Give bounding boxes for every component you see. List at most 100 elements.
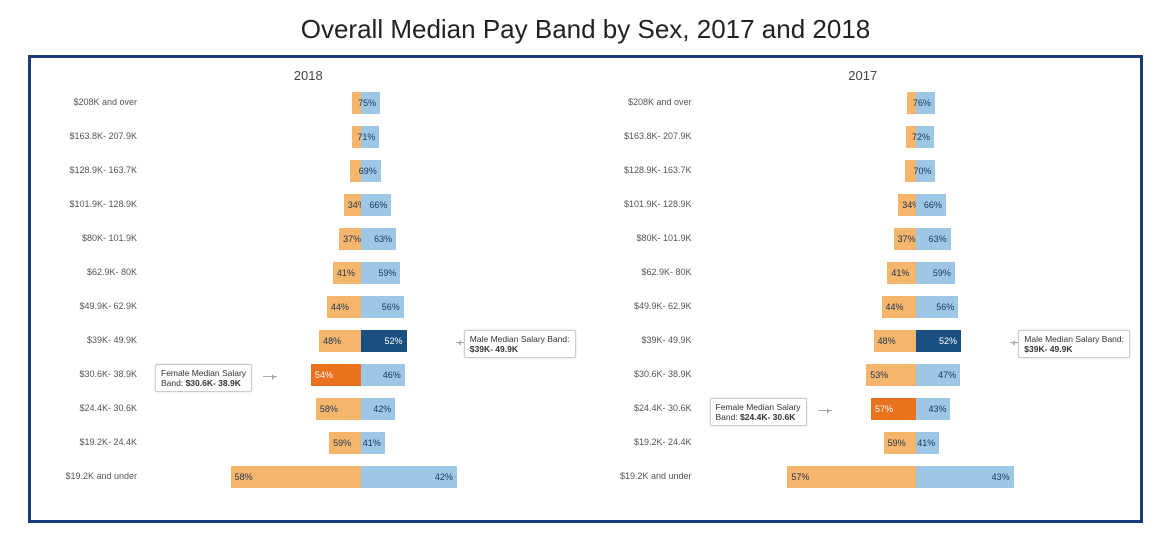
category-label: $62.9K- 80K — [37, 268, 143, 278]
panel-2018: 2018$208K and over75%$163.8K- 207.9K71%$… — [37, 66, 580, 516]
female-bar: 41% — [333, 262, 361, 284]
panel-2017: 2017$208K and over76%$163.8K- 207.9K72%$… — [592, 66, 1135, 516]
category-label: $24.4K- 30.6K — [37, 404, 143, 414]
female-bar: 57% — [787, 466, 915, 488]
bar-pair: 69% — [143, 160, 580, 182]
chart-frame: 2018$208K and over75%$163.8K- 207.9K71%$… — [28, 55, 1143, 523]
male-bar: 63% — [916, 228, 951, 250]
table-row: $19.2K- 24.4K59%41% — [37, 429, 580, 457]
bar-pair: 34%66% — [143, 194, 580, 216]
male-bar: 46% — [361, 364, 405, 386]
table-row: $208K and over 75% — [37, 89, 580, 117]
male-bar: 56% — [916, 296, 959, 318]
category-label: $163.8K- 207.9K — [37, 132, 143, 142]
male-median-callout: Male Median Salary Band:$39K- 49.9K — [464, 330, 576, 358]
female-bar: 57% — [871, 398, 916, 420]
table-row: $49.9K- 62.9K44%56% — [592, 293, 1135, 321]
table-row: $24.4K- 30.6K57%43% — [592, 395, 1135, 423]
category-label: $80K- 101.9K — [592, 234, 698, 244]
table-row: $101.9K- 128.9K34%66% — [592, 191, 1135, 219]
table-row: $62.9K- 80K41%59% — [592, 259, 1135, 287]
bar-pair: 37%63% — [143, 228, 580, 250]
table-row: $101.9K- 128.9K34%66% — [37, 191, 580, 219]
callout-arrow — [818, 410, 832, 411]
table-row: $208K and over76% — [592, 89, 1135, 117]
bar-pair: 70% — [698, 160, 1135, 182]
category-label: $208K and over — [37, 98, 143, 108]
male-bar: 66% — [361, 194, 391, 216]
male-bar: 47% — [916, 364, 960, 386]
bar-pair: 59%41% — [698, 432, 1135, 454]
male-bar: 42% — [361, 398, 395, 420]
category-label: $30.6K- 38.9K — [592, 370, 698, 380]
bar-pair: 41%59% — [698, 262, 1135, 284]
male-bar: 52% — [361, 330, 406, 352]
category-label: $19.2K and under — [37, 472, 143, 482]
male-median-callout: Male Median Salary Band:$39K- 49.9K — [1018, 330, 1130, 358]
table-row: $19.2K and under57%43% — [592, 463, 1135, 491]
female-bar: 41% — [887, 262, 915, 284]
table-row: $128.9K- 163.7K69% — [37, 157, 580, 185]
male-bar: 52% — [916, 330, 961, 352]
callout-arrow — [263, 376, 277, 377]
female-median-callout: Female Median SalaryBand: $30.6K- 38.9K — [155, 364, 252, 392]
chart-rows: $208K and over76% $163.8K- 207.9K 72% $128.… — [592, 89, 1135, 491]
female-bar: 37% — [894, 228, 916, 250]
female-bar: 48% — [874, 330, 916, 352]
bar-pair: 58%42% — [143, 398, 580, 420]
male-bar: 70% — [916, 160, 936, 182]
bar-pair: 72% — [698, 126, 1135, 148]
table-row: $128.9K- 163.7K70% — [592, 157, 1135, 185]
category-label: $128.9K- 163.7K — [37, 166, 143, 176]
bar-pair: 57%43% — [698, 466, 1135, 488]
category-label: $80K- 101.9K — [37, 234, 143, 244]
table-row: $19.2K and under58%42% — [37, 463, 580, 491]
female-bar: 54% — [311, 364, 361, 386]
panel-title: 2018 — [37, 68, 580, 83]
female-bar: 59% — [884, 432, 916, 454]
table-row: $24.4K- 30.6K58%42% — [37, 395, 580, 423]
female-bar: 44% — [327, 296, 361, 318]
bar-pair: 34%66% — [698, 194, 1135, 216]
chart-rows: $208K and over 75% $163.8K- 207.9K 71% $128.… — [37, 89, 580, 491]
panel-title: 2017 — [592, 68, 1135, 83]
bar-pair: 44%56% — [143, 296, 580, 318]
category-label: $19.2K- 24.4K — [37, 438, 143, 448]
bar-pair: 76% — [698, 92, 1135, 114]
table-row: $62.9K- 80K41%59% — [37, 259, 580, 287]
bar-pair: 58%42% — [143, 466, 580, 488]
female-bar: 44% — [882, 296, 916, 318]
female-bar: 48% — [319, 330, 361, 352]
male-bar: 43% — [916, 466, 1014, 488]
category-label: $24.4K- 30.6K — [592, 404, 698, 414]
table-row: $163.8K- 207.9K 71% — [37, 123, 580, 151]
bar-pair: 44%56% — [698, 296, 1135, 318]
table-row: $49.9K- 62.9K44%56% — [37, 293, 580, 321]
bar-pair: 53%47% — [698, 364, 1135, 386]
bar-pair: 71% — [143, 126, 580, 148]
table-row: $80K- 101.9K37%63% — [37, 225, 580, 253]
table-row: $19.2K- 24.4K59%41% — [592, 429, 1135, 457]
male-bar: 59% — [916, 262, 955, 284]
male-bar: 71% — [361, 126, 379, 148]
category-label: $49.9K- 62.9K — [592, 302, 698, 312]
male-bar: 72% — [916, 126, 934, 148]
category-label: $101.9K- 128.9K — [592, 200, 698, 210]
table-row: $80K- 101.9K37%63% — [592, 225, 1135, 253]
category-label: $49.9K- 62.9K — [37, 302, 143, 312]
table-row: $30.6K- 38.9K54%46% — [37, 361, 580, 389]
category-label: $101.9K- 128.9K — [37, 200, 143, 210]
female-bar: 37% — [339, 228, 361, 250]
male-bar: 63% — [361, 228, 396, 250]
category-label: $39K- 49.9K — [37, 336, 143, 346]
female-median-callout: Female Median SalaryBand: $24.4K- 30.6K — [710, 398, 807, 426]
female-bar: 58% — [231, 466, 362, 488]
male-bar: 41% — [916, 432, 940, 454]
category-label: $163.8K- 207.9K — [592, 132, 698, 142]
male-bar: 66% — [916, 194, 946, 216]
bar-pair: 37%63% — [698, 228, 1135, 250]
bar-pair: 59%41% — [143, 432, 580, 454]
male-bar: 76% — [916, 92, 935, 114]
table-row: $163.8K- 207.9K 72% — [592, 123, 1135, 151]
male-bar: 75% — [361, 92, 380, 114]
